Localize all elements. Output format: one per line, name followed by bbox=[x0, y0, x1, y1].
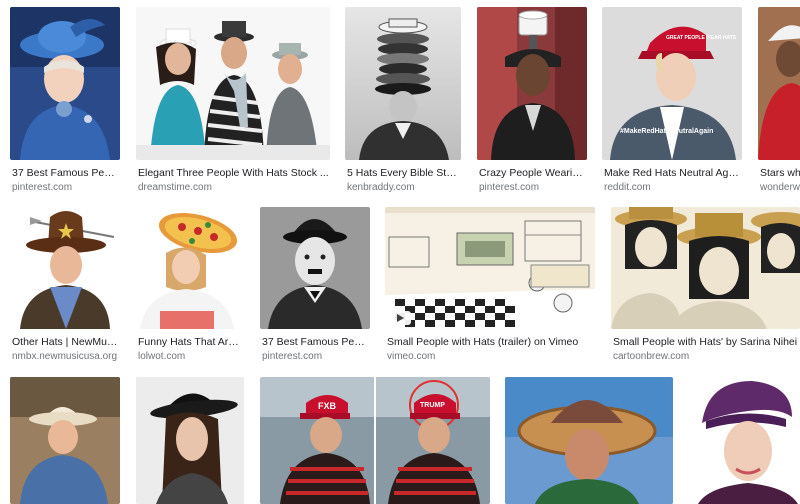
image-result-card[interactable]: Stars who... wonderwa... bbox=[758, 7, 800, 197]
result-title[interactable]: 37 Best Famous Peopl... bbox=[262, 336, 370, 349]
result-source[interactable]: dreamstime.com bbox=[138, 182, 330, 194]
image-result-card[interactable]: GREAT PEOPLE WEAR HATS #MakeRedHatsNeutr… bbox=[602, 7, 742, 197]
result-title[interactable]: Elegant Three People With Hats Stock ... bbox=[138, 167, 330, 180]
results-row-1: 37 Best Famous Peopl... pinterest.com El… bbox=[0, 7, 800, 197]
result-source[interactable]: wonderwa... bbox=[760, 182, 800, 194]
result-source[interactable]: pinterest.com bbox=[262, 351, 370, 363]
result-thumbnail[interactable] bbox=[10, 7, 120, 160]
result-source[interactable]: cartoonbrew.com bbox=[613, 351, 800, 363]
result-title[interactable]: Other Hats | NewMusic... bbox=[12, 336, 120, 349]
image-result-card[interactable]: Small People with Hats (trailer) on Vime… bbox=[385, 207, 595, 367]
image-result-card[interactable]: 5 Hats Every Bible Study ... kenbraddy.c… bbox=[345, 7, 461, 197]
image-result-card[interactable] bbox=[136, 377, 244, 504]
result-thumbnail[interactable]: FXB TRUMP bbox=[260, 377, 490, 504]
result-thumbnail[interactable] bbox=[385, 207, 595, 329]
result-thumbnail[interactable] bbox=[136, 377, 244, 504]
result-thumbnail[interactable] bbox=[345, 7, 461, 160]
result-thumbnail[interactable] bbox=[10, 377, 120, 504]
image-result-card[interactable]: 37 Best Famous Peopl... pinterest.com bbox=[10, 7, 120, 197]
image-result-card[interactable]: FXB TRUMP bbox=[260, 377, 490, 504]
image-result-card[interactable]: Crazy People Wearing ... pinterest.com bbox=[477, 7, 587, 197]
result-title[interactable]: Make Red Hats Neutral Again :... bbox=[604, 167, 742, 180]
image-result-card[interactable] bbox=[688, 377, 800, 504]
result-source[interactable]: lolwot.com bbox=[138, 351, 244, 363]
result-title[interactable]: Small People with Hats' by Sarina Nihei bbox=[613, 336, 800, 349]
result-source[interactable]: vimeo.com bbox=[387, 351, 595, 363]
results-row-2: Other Hats | NewMusic... nmbx.newmusicus… bbox=[0, 207, 800, 367]
image-result-card[interactable]: 37 Best Famous Peopl... pinterest.com bbox=[260, 207, 370, 367]
image-result-card[interactable] bbox=[505, 377, 673, 504]
fxb-cap-text: FXB bbox=[318, 401, 337, 411]
result-source[interactable]: kenbraddy.com bbox=[347, 182, 461, 194]
result-title[interactable]: Crazy People Wearing ... bbox=[479, 167, 587, 180]
result-thumbnail[interactable] bbox=[260, 207, 370, 329]
result-source[interactable]: reddit.com bbox=[604, 182, 742, 194]
result-title[interactable]: 37 Best Famous Peopl... bbox=[12, 167, 120, 180]
result-thumbnail[interactable] bbox=[136, 207, 244, 329]
image-result-card[interactable]: Elegant Three People With Hats Stock ...… bbox=[136, 7, 330, 197]
result-thumbnail[interactable] bbox=[688, 377, 800, 504]
result-thumbnail[interactable] bbox=[505, 377, 673, 504]
image-result-card[interactable]: Funny Hats That Are S... lolwot.com bbox=[136, 207, 244, 367]
result-source[interactable]: pinterest.com bbox=[12, 182, 120, 194]
result-thumbnail[interactable] bbox=[758, 7, 800, 160]
image-result-card[interactable]: Small People with Hats' by Sarina Nihei … bbox=[611, 207, 800, 367]
result-title[interactable]: Funny Hats That Are S... bbox=[138, 336, 244, 349]
result-title[interactable]: 5 Hats Every Bible Study ... bbox=[347, 167, 461, 180]
hashtag-text: #MakeRedHatsNeutralAgain bbox=[620, 128, 713, 135]
result-thumbnail[interactable] bbox=[611, 207, 800, 329]
result-source[interactable]: pinterest.com bbox=[479, 182, 587, 194]
cap-text: GREAT PEOPLE WEAR HATS bbox=[666, 35, 737, 41]
image-result-card[interactable]: Other Hats | NewMusic... nmbx.newmusicus… bbox=[10, 207, 120, 367]
result-title[interactable]: Small People with Hats (trailer) on Vime… bbox=[387, 336, 595, 349]
results-row-3: FXB TRUMP bbox=[0, 377, 800, 504]
result-thumbnail[interactable] bbox=[10, 207, 120, 329]
result-source[interactable]: nmbx.newmusicusa.org bbox=[12, 351, 120, 363]
result-thumbnail[interactable] bbox=[477, 7, 587, 160]
result-thumbnail[interactable]: GREAT PEOPLE WEAR HATS #MakeRedHatsNeutr… bbox=[602, 7, 742, 160]
play-icon bbox=[389, 311, 411, 325]
result-title[interactable]: Stars who... bbox=[760, 167, 800, 180]
image-result-card[interactable] bbox=[10, 377, 120, 504]
trump-cap-text: TRUMP bbox=[420, 402, 445, 409]
result-thumbnail[interactable] bbox=[136, 7, 330, 160]
